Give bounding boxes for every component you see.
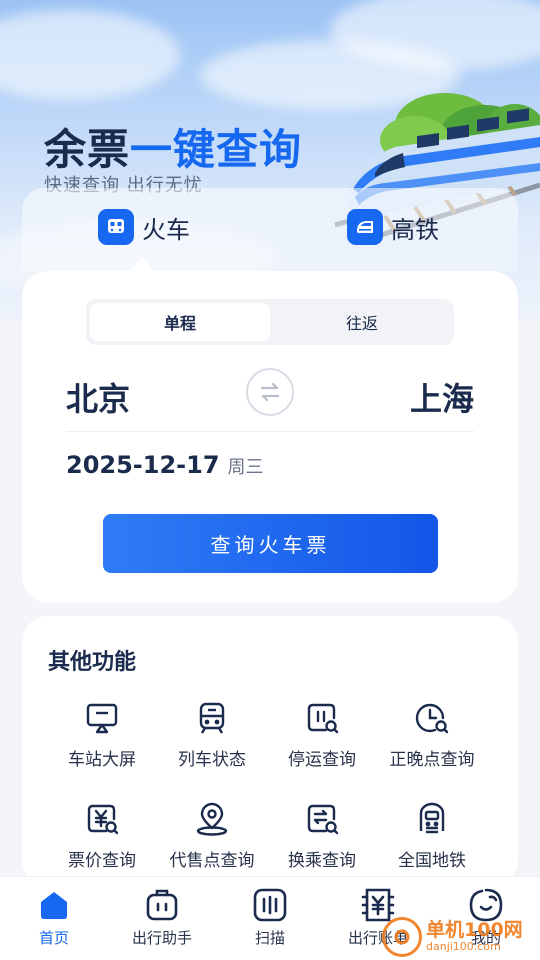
other-functions-title: 其他功能: [48, 650, 137, 675]
transfer-query-icon: [307, 804, 339, 835]
func-label: 车站大屏: [68, 750, 136, 770]
hero-title-part2: 一键查询: [130, 125, 303, 174]
search-tickets-button[interactable]: 查询火车票: [103, 514, 438, 573]
func-suspension-query[interactable]: 停运查询: [267, 700, 377, 780]
luggage-icon: [146, 889, 178, 921]
to-city[interactable]: 上海: [410, 374, 474, 420]
nav-label: 扫描: [254, 929, 285, 947]
func-train-status[interactable]: 列车状态: [157, 700, 267, 780]
watermark-url: danji100.com: [426, 940, 501, 954]
trip-type-round-trip[interactable]: 往返: [272, 303, 452, 341]
func-agency-location[interactable]: 代售点查询: [157, 801, 267, 881]
departure-date[interactable]: 2025-12-17 周三: [66, 451, 264, 479]
func-fare-query[interactable]: 票价查询: [47, 801, 157, 881]
func-label: 换乘查询: [288, 851, 356, 871]
other-functions-card: 其他功能 车站大屏 列车状态 停运查询 正晚点查询 票价查询 代售点查询 换乘查…: [22, 616, 518, 886]
func-transfer-query[interactable]: 换乘查询: [267, 801, 377, 881]
high-speed-train-icon: [347, 209, 383, 245]
nav-label: 出行助手: [131, 929, 192, 947]
divider: [66, 431, 474, 432]
nav-scan[interactable]: 扫描: [216, 887, 324, 948]
tab-hsr-label: 高铁: [391, 215, 439, 244]
swap-cities-button[interactable]: [246, 368, 294, 416]
hero-title-part1: 余票: [44, 125, 131, 174]
from-city[interactable]: 北京: [66, 374, 130, 420]
watermark-logo-icon: [382, 917, 422, 957]
subway-icon: [419, 802, 445, 834]
func-label: 停运查询: [288, 750, 356, 770]
nav-travel-assistant[interactable]: 出行助手: [108, 887, 216, 948]
trip-type-one-way[interactable]: 单程: [90, 303, 270, 341]
nav-label: 首页: [38, 929, 69, 947]
func-label: 全国地铁: [398, 851, 466, 871]
swap-icon: [260, 382, 280, 402]
func-subway[interactable]: 全国地铁: [377, 801, 487, 881]
func-station-screen[interactable]: 车站大屏: [47, 700, 157, 780]
func-label: 正晚点查询: [389, 750, 475, 770]
suspension-query-icon: [307, 703, 339, 734]
tab-train-label: 火车: [142, 215, 190, 244]
tab-train[interactable]: 火车: [98, 208, 190, 246]
func-label: 票价查询: [68, 851, 136, 871]
train-status-icon: [199, 702, 225, 734]
date-value: 2025-12-17: [66, 451, 220, 479]
delay-query-icon: [415, 703, 449, 734]
weekday-value: 周三: [227, 457, 264, 478]
func-label: 列车状态: [178, 750, 246, 770]
trip-type-toggle: 单程 往返: [86, 299, 454, 345]
watermark-name: 单机100网: [426, 919, 523, 942]
hero-title: 余票一键查询: [44, 116, 302, 177]
active-tab-indicator: [130, 256, 154, 272]
home-icon: [41, 892, 67, 919]
func-label: 代售点查询: [169, 851, 255, 871]
watermark: 单机100网 danji100.com: [382, 914, 540, 960]
func-delay-query[interactable]: 正晚点查询: [377, 700, 487, 780]
nav-home[interactable]: 首页: [0, 887, 108, 948]
train-icon: [98, 209, 134, 245]
transport-tab-bar: 火车 高铁: [22, 188, 518, 272]
ticket-search-card: 单程 往返 北京 上海 2025-12-17 周三 查询火车票: [22, 271, 518, 603]
tab-high-speed-rail[interactable]: 高铁: [347, 208, 439, 246]
scan-icon: [253, 888, 287, 922]
fare-query-icon: [87, 804, 119, 835]
agency-location-icon: [196, 802, 228, 836]
station-screen-icon: [86, 703, 118, 734]
